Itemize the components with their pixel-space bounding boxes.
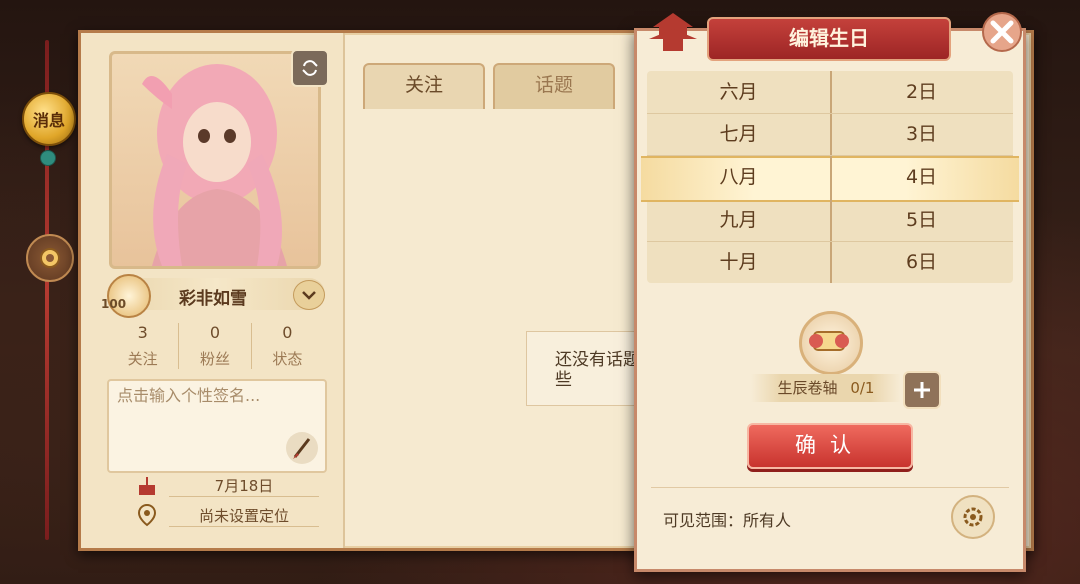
stat-value: 0: [209, 323, 221, 342]
day-item[interactable]: 3日: [830, 113, 1013, 156]
stat-label: 状态: [272, 350, 303, 368]
gear-icon: [40, 248, 60, 268]
month-item[interactable]: 十月: [647, 241, 830, 283]
character-avatar: [142, 64, 287, 266]
stat-label: 粉丝: [199, 350, 230, 368]
stats-row: 3 关注 0 粉丝 0 状态: [107, 323, 323, 369]
edit-birthday-dialog: 编辑生日 六月 七月 八月 九月 十月 2日 3日 4日 5日 6日 生辰卷轴 …: [634, 13, 1026, 572]
gear-icon: [963, 507, 983, 527]
tab-topics[interactable]: 话题: [493, 63, 615, 109]
month-item-selected[interactable]: 八月: [647, 156, 830, 198]
item-count: 0/1: [850, 379, 875, 397]
stat-follow[interactable]: 3 关注: [107, 323, 180, 369]
cake-icon: [139, 477, 155, 495]
birthday-row[interactable]: 7月18日: [135, 473, 325, 497]
chevron-down-icon: [302, 291, 316, 300]
brush-icon: [286, 432, 318, 464]
change-avatar-button[interactable]: [291, 49, 329, 87]
birthday-scroll-item[interactable]: [799, 311, 863, 375]
pagoda-icon: [649, 13, 697, 51]
name-row: 彩非如雪: [107, 274, 325, 318]
divider: [651, 487, 1009, 488]
tab-follow[interactable]: 关注: [363, 63, 485, 109]
visibility-label: 可见范围：所有人: [663, 511, 792, 530]
decorative-bead: [40, 150, 56, 166]
day-item-selected[interactable]: 4日: [830, 156, 1013, 198]
day-item[interactable]: 5日: [830, 199, 1013, 242]
left-rail: 消息: [0, 0, 78, 584]
month-item[interactable]: 七月: [647, 113, 830, 156]
close-dialog-button[interactable]: [980, 10, 1024, 54]
settings-button[interactable]: [26, 234, 74, 282]
confirm-button[interactable]: 确认: [747, 423, 913, 469]
stat-label: 关注: [127, 350, 158, 368]
character-portrait[interactable]: [109, 51, 321, 269]
location-text: 尚未设置定位: [169, 505, 319, 527]
location-pin-icon: [137, 503, 157, 527]
item-name: 生辰卷轴: [777, 379, 838, 397]
dialog-title: 编辑生日: [707, 17, 951, 61]
birthday-text: 7月18日: [169, 475, 319, 497]
month-item[interactable]: 六月: [647, 71, 830, 114]
stat-value: 0: [282, 323, 293, 342]
day-column[interactable]: 2日 3日 4日 5日 6日: [830, 71, 1013, 283]
signature-placeholder: 点击输入个性签名...: [117, 386, 261, 405]
close-icon: [982, 12, 1022, 52]
profile-sidebar: 彩非如雪 100 3 关注 0 粉丝 0 状态 点击输入个性签名... 7月18…: [81, 33, 345, 548]
stat-status[interactable]: 0 状态: [252, 323, 323, 369]
location-row[interactable]: 尚未设置定位: [135, 503, 325, 527]
scroll-icon: [809, 331, 849, 351]
signature-input[interactable]: 点击输入个性签名...: [107, 379, 327, 473]
messages-button[interactable]: 消息: [22, 92, 76, 146]
month-column[interactable]: 六月 七月 八月 九月 十月: [647, 71, 832, 283]
dialog-header: 编辑生日: [635, 13, 1025, 63]
add-item-button[interactable]: [903, 371, 941, 409]
level-number: 100: [101, 297, 127, 311]
name-dropdown-button[interactable]: [293, 280, 325, 310]
item-label-row: 生辰卷轴 0/1: [751, 374, 901, 402]
swap-icon: [302, 60, 318, 76]
stat-fans[interactable]: 0 粉丝: [179, 323, 252, 369]
stat-value: 3: [137, 323, 148, 342]
month-item[interactable]: 九月: [647, 199, 830, 242]
visibility-settings-button[interactable]: [951, 495, 995, 539]
day-item[interactable]: 2日: [830, 71, 1013, 114]
day-item[interactable]: 6日: [830, 241, 1013, 283]
plus-icon: [914, 382, 930, 398]
player-name: 彩非如雪: [179, 289, 247, 309]
date-picker[interactable]: 六月 七月 八月 九月 十月 2日 3日 4日 5日 6日: [641, 71, 1019, 283]
